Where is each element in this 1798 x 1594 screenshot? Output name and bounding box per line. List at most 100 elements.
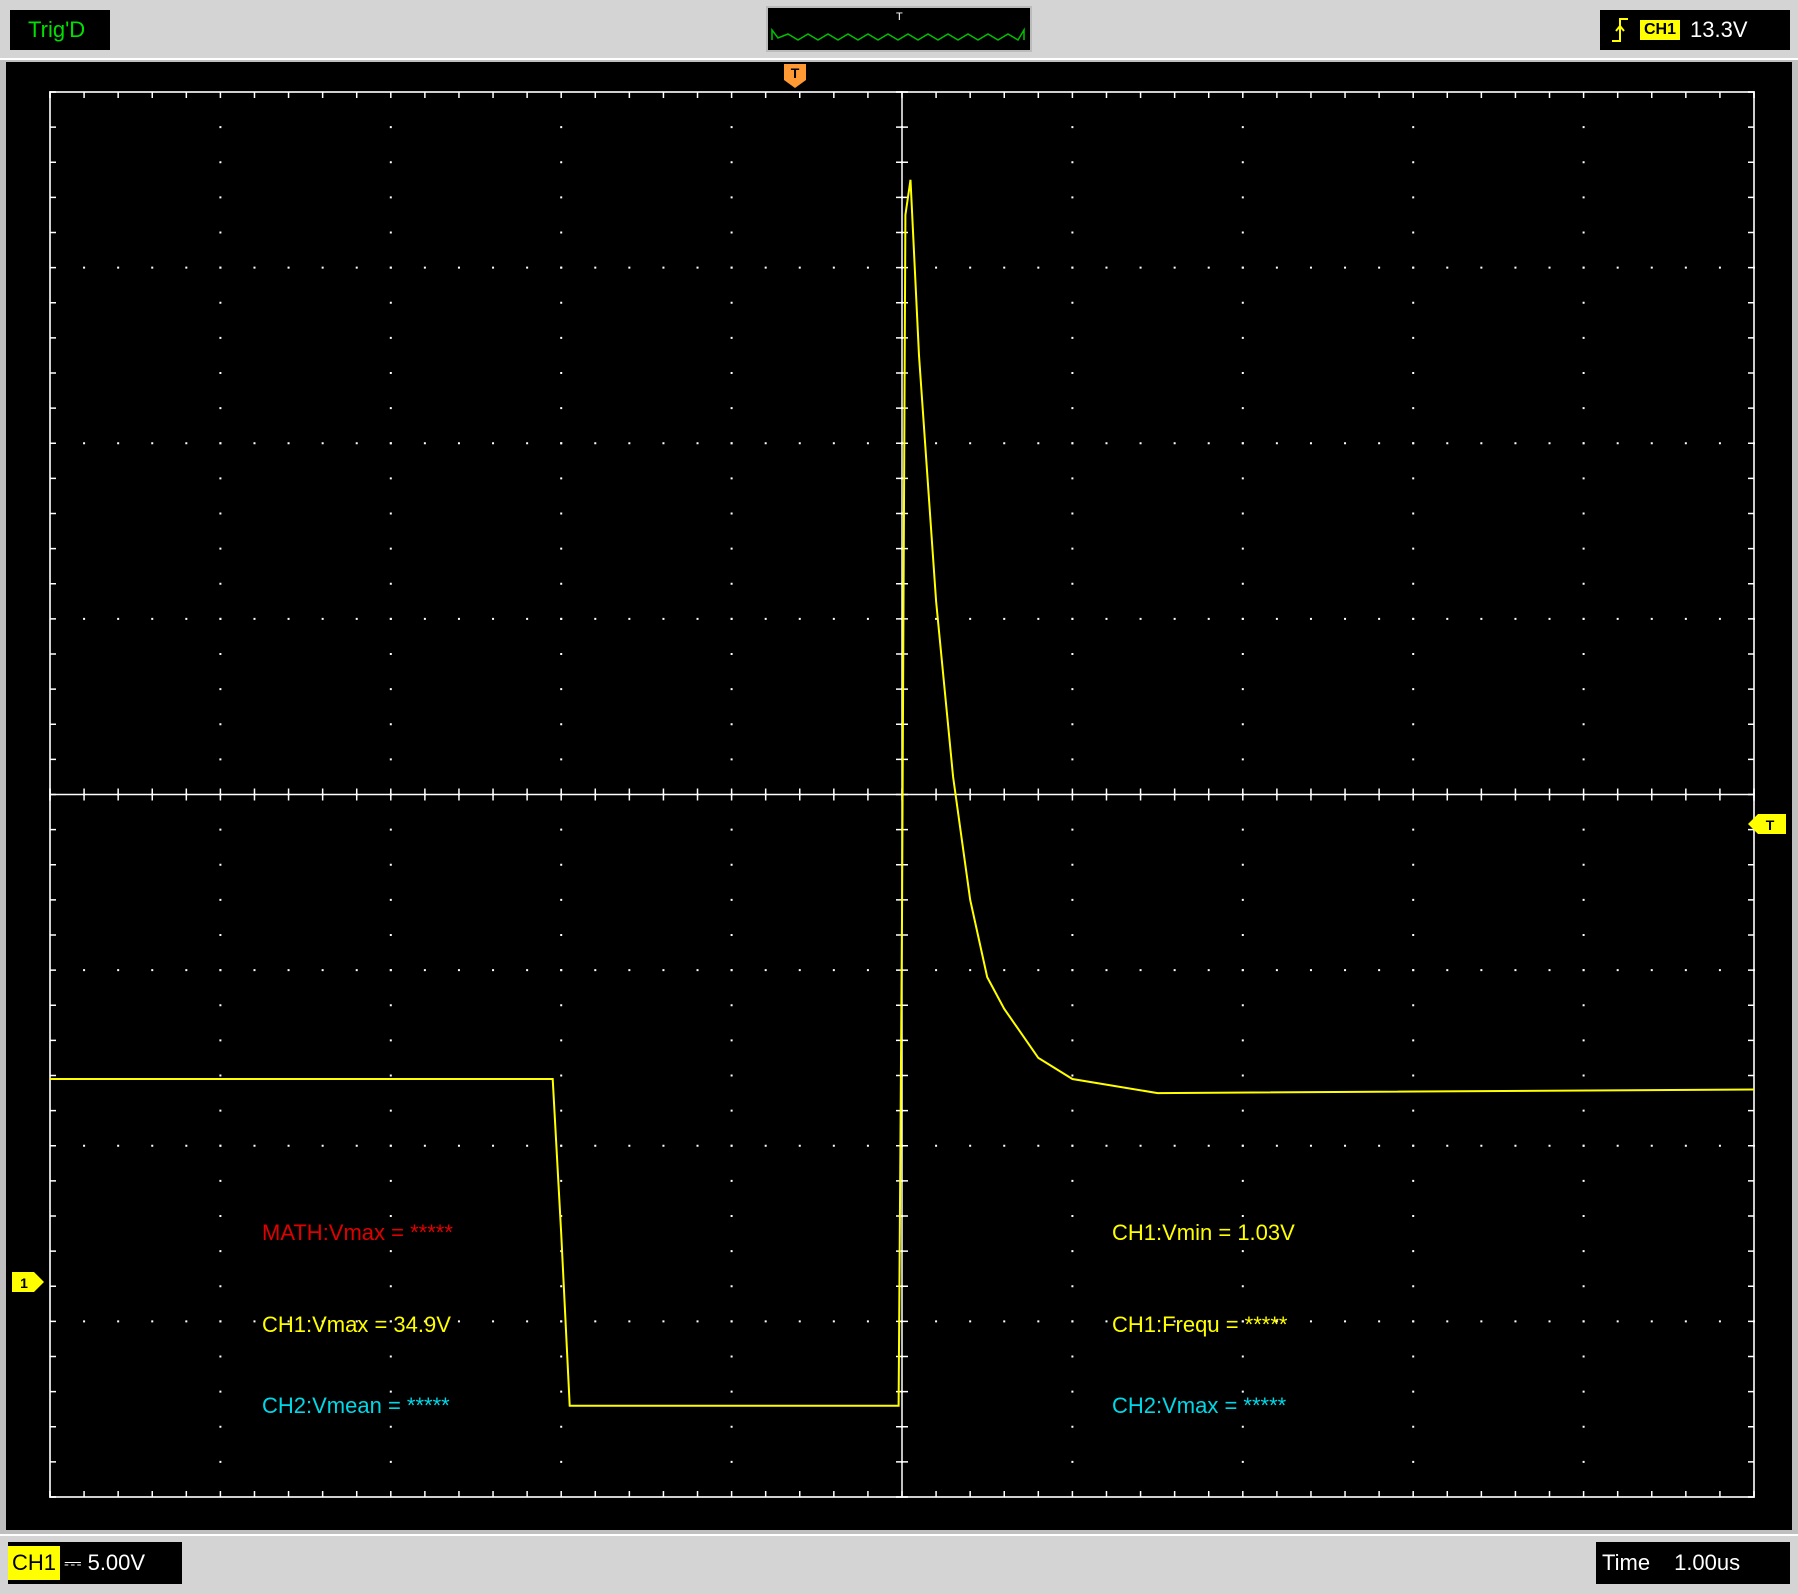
- grid-dot: [798, 1320, 801, 1323]
- grid-dot: [355, 266, 358, 269]
- grid-dot: [1071, 723, 1074, 726]
- grid-dot: [287, 442, 290, 445]
- grid-dot: [389, 301, 392, 304]
- grid-dot: [1241, 301, 1244, 304]
- memory-timeline-preview[interactable]: T: [766, 6, 1032, 52]
- grid-dot: [1650, 1320, 1653, 1323]
- grid-dot: [526, 617, 529, 620]
- grid-dot: [1412, 1460, 1415, 1463]
- grid-dot: [492, 969, 495, 972]
- grid-dot: [1173, 266, 1176, 269]
- grid-dot: [151, 1144, 154, 1147]
- grid-dot: [1241, 442, 1244, 445]
- grid-dot: [730, 969, 733, 972]
- trigger-position-marker[interactable]: T: [784, 64, 806, 88]
- trigger-position-label: T: [791, 65, 800, 81]
- grid-dot: [185, 617, 188, 620]
- grid-dot: [1037, 617, 1040, 620]
- grid-dot: [1412, 1144, 1415, 1147]
- grid-dot: [1071, 1109, 1074, 1112]
- trigger-info[interactable]: CH1 13.3V: [1600, 10, 1790, 50]
- ch1-scale-readout[interactable]: CH1 ⎓ 5.00V: [8, 1542, 182, 1584]
- grid-dot: [1275, 442, 1278, 445]
- grid-dot: [253, 1144, 256, 1147]
- grid-dot: [1412, 1109, 1415, 1112]
- grid-dot: [1241, 1179, 1244, 1182]
- grid-dot: [1241, 1109, 1244, 1112]
- grid-dot: [730, 653, 733, 655]
- grid-dot: [730, 1039, 733, 1042]
- grid-dot: [1582, 372, 1585, 374]
- measurement-ch1-vmax: CH1:Vmax = 34.9V: [262, 1312, 451, 1337]
- waveform-display[interactable]: T T 1 MATH:Vmax = ***** CH1:Vmax = 34.9V…: [6, 62, 1792, 1530]
- grid-dot: [1241, 653, 1244, 655]
- grid-dot: [389, 863, 392, 866]
- grid-dot: [389, 1074, 392, 1077]
- grid-dot: [253, 266, 256, 269]
- grid-dot: [492, 442, 495, 445]
- grid-dot: [935, 442, 938, 445]
- grid-dot: [1139, 1144, 1142, 1147]
- grid-dot: [730, 828, 733, 831]
- grid-dot: [117, 617, 120, 620]
- grid-dot: [628, 442, 631, 445]
- grid-dot: [1241, 126, 1244, 129]
- grid-dot: [151, 1320, 154, 1323]
- grid-dot: [798, 617, 801, 620]
- grid-dot: [389, 653, 392, 655]
- grid-dot: [355, 1144, 358, 1147]
- grid-dot: [1616, 266, 1619, 269]
- grid-dot: [423, 442, 426, 445]
- grid-dot: [389, 617, 392, 620]
- grid-dot: [1718, 1320, 1721, 1323]
- grid-dot: [1309, 1320, 1312, 1323]
- grid-dot: [1684, 617, 1687, 620]
- grid-dot: [219, 126, 222, 129]
- grid-dot: [1582, 161, 1585, 164]
- grid-dot: [1037, 442, 1040, 445]
- grid-dot: [1412, 407, 1415, 410]
- timebase-readout[interactable]: Time 1.00us: [1596, 1542, 1790, 1584]
- grid-dot: [1718, 617, 1721, 620]
- grid-dot: [389, 1355, 392, 1358]
- grid-dot: [219, 863, 222, 866]
- grid-dot: [185, 266, 188, 269]
- grid-dot: [730, 1285, 733, 1288]
- grid-dot: [730, 1004, 733, 1007]
- grid-dot: [1412, 758, 1415, 761]
- grid-dot: [662, 442, 665, 445]
- ch1-label: CH1: [8, 1546, 61, 1580]
- grid-dot: [1650, 617, 1653, 620]
- grid-dot: [560, 1179, 563, 1182]
- grid-dot: [389, 1004, 392, 1007]
- grid-dot: [1344, 442, 1347, 445]
- grid-dot: [866, 1320, 869, 1323]
- grid-dot: [1037, 1320, 1040, 1323]
- measurement-ch2-vmean: CH2:Vmean = *****: [262, 1393, 450, 1418]
- grid-dot: [1412, 231, 1415, 234]
- grid-dot: [1412, 1285, 1415, 1288]
- timeline-trigger-marker: T: [896, 11, 903, 23]
- grid-dot: [117, 442, 120, 445]
- grid-dot: [832, 1320, 835, 1323]
- grid-dot: [1718, 442, 1721, 445]
- grid-dot: [560, 547, 563, 550]
- grid-dot: [832, 617, 835, 620]
- grid-dot: [1241, 266, 1244, 269]
- grid-dot: [832, 442, 835, 445]
- grid-dot: [1412, 582, 1415, 585]
- grid-dot: [219, 1109, 222, 1112]
- grid-dot: [730, 1390, 733, 1393]
- grid-dot: [389, 547, 392, 550]
- grid-dot: [219, 161, 222, 164]
- grid-dot: [1582, 336, 1585, 339]
- grid-dot: [389, 372, 392, 374]
- grid-dot: [1003, 442, 1006, 445]
- grid-dot: [219, 969, 222, 972]
- grid-dot: [1071, 1285, 1074, 1288]
- grid-dot: [935, 1320, 938, 1323]
- ch1-ground-marker[interactable]: 1: [12, 1272, 44, 1292]
- grid-dot: [1275, 969, 1278, 972]
- grid-dot: [1480, 442, 1483, 445]
- grid-dot: [1071, 1039, 1074, 1042]
